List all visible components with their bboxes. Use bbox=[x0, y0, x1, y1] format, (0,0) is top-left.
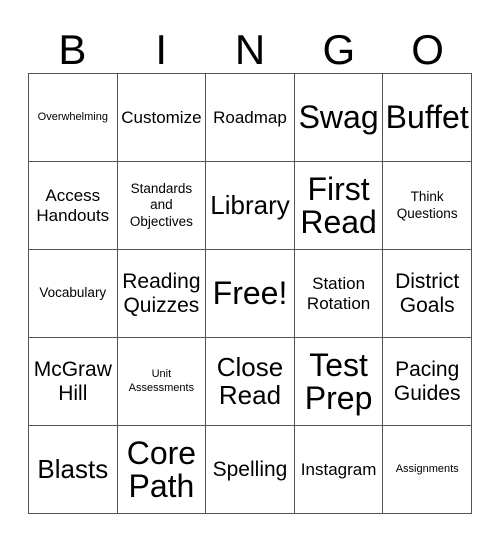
bingo-cell[interactable]: McGraw Hill bbox=[29, 338, 118, 426]
bingo-cell-label: Reading Quizzes bbox=[122, 270, 201, 317]
bingo-header-letter-g: G bbox=[322, 26, 356, 73]
bingo-cell[interactable]: Close Read bbox=[206, 338, 295, 426]
bingo-cell[interactable]: Reading Quizzes bbox=[117, 250, 207, 338]
bingo-cell[interactable]: Access Handouts bbox=[29, 162, 118, 250]
bingo-cell[interactable]: Blasts bbox=[29, 426, 118, 514]
bingo-cell[interactable]: Overwhelming bbox=[29, 74, 118, 162]
bingo-cell-free-space[interactable]: Free! bbox=[206, 250, 295, 338]
bingo-header-letter-o: O bbox=[411, 26, 444, 73]
bingo-header-letter-i: I bbox=[155, 26, 168, 73]
bingo-cell[interactable]: Roadmap bbox=[206, 74, 295, 162]
bingo-cell[interactable]: Think Questions bbox=[383, 162, 472, 250]
bingo-cell[interactable]: Vocabulary bbox=[29, 250, 118, 338]
bingo-card: B I N G O Overwhelming Customize Roadmap… bbox=[28, 14, 472, 514]
bingo-cell-label: Unit Assessments bbox=[128, 368, 195, 394]
bingo-cell[interactable]: Pacing Guides bbox=[383, 338, 472, 426]
bingo-cell[interactable]: Station Rotation bbox=[294, 250, 384, 338]
bingo-cell[interactable]: Test Prep bbox=[294, 338, 384, 426]
bingo-cell[interactable]: Instagram bbox=[294, 426, 384, 514]
bingo-header-row: B I N G O bbox=[28, 14, 472, 73]
bingo-cell-label: Customize bbox=[121, 107, 202, 127]
bingo-cell-label: Spelling bbox=[212, 457, 288, 481]
bingo-grid: Overwhelming Customize Roadmap Swag Buff… bbox=[28, 73, 472, 514]
bingo-cell-label: First Read bbox=[300, 170, 377, 240]
bingo-header-letter-n: N bbox=[234, 26, 266, 73]
bingo-cell-label: District Goals bbox=[395, 270, 460, 317]
bingo-cell[interactable]: Library bbox=[206, 162, 295, 250]
bingo-cell-label: Station Rotation bbox=[306, 273, 371, 313]
bingo-cell[interactable]: Standards and Objectives bbox=[117, 162, 207, 250]
bingo-cell-label: Library bbox=[210, 189, 290, 220]
bingo-cell-label: Roadmap bbox=[213, 107, 287, 127]
bingo-cell-label: Standards and Objectives bbox=[129, 181, 193, 229]
bingo-cell[interactable]: Core Path bbox=[117, 426, 207, 514]
bingo-header-letter-b: B bbox=[58, 26, 87, 73]
bingo-cell-label: Free! bbox=[212, 275, 288, 312]
bingo-cell-label: Buffet bbox=[385, 99, 469, 136]
bingo-cell-label: Close Read bbox=[216, 351, 284, 410]
bingo-cell-label: Instagram bbox=[300, 459, 377, 479]
bingo-cell[interactable]: Customize bbox=[117, 74, 207, 162]
bingo-cell[interactable]: Buffet bbox=[383, 74, 472, 162]
bingo-cell-label: Overwhelming bbox=[37, 110, 108, 123]
bingo-cell[interactable]: First Read bbox=[294, 162, 384, 250]
bingo-cell[interactable]: Spelling bbox=[206, 426, 295, 514]
bingo-cell-label: Assignments bbox=[395, 462, 459, 475]
bingo-cell-label: Test Prep bbox=[304, 346, 373, 416]
bingo-cell[interactable]: Unit Assessments bbox=[117, 338, 207, 426]
bingo-cell-label: Access Handouts bbox=[36, 185, 110, 225]
bingo-cell[interactable]: Swag bbox=[294, 74, 384, 162]
bingo-cell[interactable]: District Goals bbox=[383, 250, 472, 338]
bingo-cell-label: Vocabulary bbox=[39, 285, 107, 301]
bingo-cell-label: Core Path bbox=[126, 434, 197, 504]
bingo-cell[interactable]: Assignments bbox=[383, 426, 472, 514]
bingo-cell-label: Think Questions bbox=[396, 189, 458, 221]
bingo-cell-label: Pacing Guides bbox=[393, 358, 461, 405]
bingo-cell-label: Swag bbox=[298, 99, 379, 136]
bingo-cell-label: Blasts bbox=[37, 453, 109, 484]
bingo-cell-label: McGraw Hill bbox=[33, 358, 112, 405]
